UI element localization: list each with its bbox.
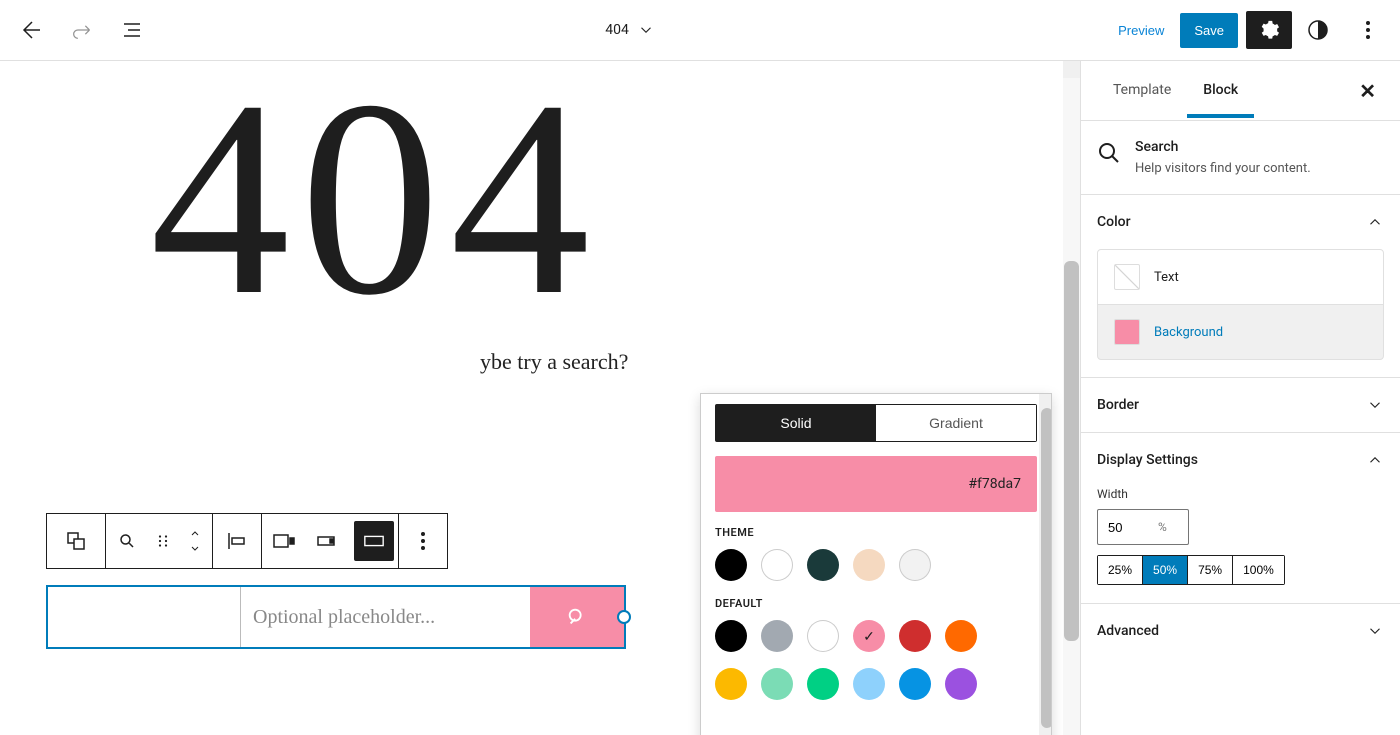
color-swatch[interactable] — [715, 668, 747, 700]
border-heading: Border — [1097, 397, 1139, 413]
color-background-item[interactable]: Background — [1097, 304, 1384, 360]
color-swatch[interactable] — [899, 668, 931, 700]
popover-scrollbar[interactable] — [1039, 394, 1052, 735]
width-option-button[interactable]: 100% — [1232, 556, 1284, 584]
chevron-down-icon[interactable] — [637, 21, 655, 39]
color-swatch[interactable] — [807, 549, 839, 581]
color-swatch[interactable] — [853, 620, 885, 652]
color-text-item[interactable]: Text — [1097, 249, 1384, 305]
color-panel-header[interactable]: Color — [1081, 195, 1400, 249]
search-label-area[interactable] — [48, 587, 241, 647]
color-heading: Color — [1097, 214, 1131, 230]
block-type-button[interactable] — [52, 517, 100, 565]
options-button[interactable] — [1344, 6, 1392, 54]
settings-button[interactable] — [1246, 11, 1292, 49]
advanced-panel-header[interactable]: Advanced — [1081, 604, 1400, 658]
tab-template[interactable]: Template — [1097, 64, 1187, 118]
hex-value: #f78da7 — [968, 476, 1021, 492]
preview-button[interactable]: Preview — [1104, 13, 1178, 48]
color-swatch[interactable] — [945, 620, 977, 652]
drag-handle[interactable] — [148, 517, 178, 565]
layout-option-1[interactable] — [262, 517, 306, 565]
width-option-button[interactable]: 25% — [1098, 556, 1142, 584]
canvas-scrollbar[interactable] — [1063, 61, 1080, 735]
move-down-button[interactable] — [187, 542, 203, 554]
styles-button[interactable] — [1294, 6, 1342, 54]
search-icon-btn[interactable] — [106, 517, 148, 565]
color-swatch[interactable] — [853, 549, 885, 581]
solid-tab[interactable]: Solid — [716, 405, 876, 441]
move-up-button[interactable] — [187, 528, 203, 540]
resize-handle[interactable] — [617, 610, 631, 624]
gradient-tab[interactable]: Gradient — [876, 405, 1036, 441]
color-swatch[interactable] — [945, 668, 977, 700]
color-swatch[interactable] — [761, 668, 793, 700]
block-description: Help visitors find your content. — [1135, 161, 1311, 176]
display-panel-header[interactable]: Display Settings — [1081, 433, 1400, 487]
hex-input[interactable]: #f78da7 — [715, 456, 1037, 512]
color-swatch[interactable] — [761, 549, 793, 581]
prompt-text[interactable]: ybe try a search? — [480, 349, 1080, 375]
width-option-button[interactable]: 75% — [1187, 556, 1232, 584]
block-title: Search — [1135, 139, 1311, 155]
chevron-up-icon — [1366, 213, 1384, 231]
chevron-up-icon — [1366, 451, 1384, 469]
tab-block[interactable]: Block — [1187, 64, 1254, 118]
advanced-heading: Advanced — [1097, 623, 1159, 639]
display-heading: Display Settings — [1097, 452, 1198, 468]
search-placeholder-input[interactable] — [253, 606, 518, 629]
chevron-down-icon — [1366, 622, 1384, 640]
background-color-swatch — [1114, 319, 1140, 345]
color-swatch[interactable] — [715, 620, 747, 652]
align-button[interactable] — [213, 517, 261, 565]
theme-label: THEME — [715, 526, 1037, 539]
background-color-label: Background — [1154, 325, 1223, 340]
top-toolbar: 404 Preview Save — [0, 0, 1400, 61]
block-options-button[interactable] — [399, 517, 447, 565]
search-block-icon — [1097, 141, 1121, 165]
color-popover: Solid Gradient #f78da7 THEME DEFAULT — [700, 393, 1052, 735]
default-label: DEFAULT — [715, 597, 1037, 610]
border-panel-header[interactable]: Border — [1081, 378, 1400, 432]
color-swatch[interactable] — [761, 620, 793, 652]
width-label: Width — [1097, 487, 1384, 501]
404-heading[interactable]: 404 — [150, 61, 1050, 359]
redo-button[interactable] — [58, 6, 106, 54]
list-view-button[interactable] — [108, 6, 156, 54]
chevron-down-icon — [1366, 396, 1384, 414]
search-submit-button[interactable] — [530, 587, 624, 647]
layout-option-2[interactable] — [306, 517, 350, 565]
settings-sidebar: Template Block ✕ Search Help visitors fi… — [1080, 61, 1400, 735]
back-button[interactable] — [8, 6, 56, 54]
width-button-group: 25%50%75%100% — [1097, 555, 1285, 585]
color-swatch[interactable] — [807, 620, 839, 652]
default-swatches-row2 — [715, 668, 1037, 700]
block-toolbar — [46, 513, 448, 569]
editor-canvas[interactable]: 404 ybe try a search? — [0, 61, 1080, 735]
color-swatch[interactable] — [807, 668, 839, 700]
default-swatches-row1 — [715, 620, 1037, 652]
close-sidebar-button[interactable]: ✕ — [1351, 75, 1384, 107]
width-input[interactable] — [1098, 520, 1158, 535]
theme-swatches — [715, 549, 1037, 581]
color-swatch[interactable] — [899, 549, 931, 581]
color-swatch[interactable] — [899, 620, 931, 652]
document-title[interactable]: 404 — [605, 22, 629, 38]
layout-option-3-active[interactable] — [354, 521, 394, 561]
color-swatch[interactable] — [853, 668, 885, 700]
width-unit[interactable]: % — [1158, 520, 1175, 534]
width-option-button[interactable]: 50% — [1142, 556, 1187, 584]
text-color-swatch — [1114, 264, 1140, 290]
text-color-label: Text — [1154, 270, 1179, 285]
color-swatch[interactable] — [715, 549, 747, 581]
search-block[interactable] — [46, 585, 626, 649]
save-button[interactable]: Save — [1180, 13, 1238, 48]
